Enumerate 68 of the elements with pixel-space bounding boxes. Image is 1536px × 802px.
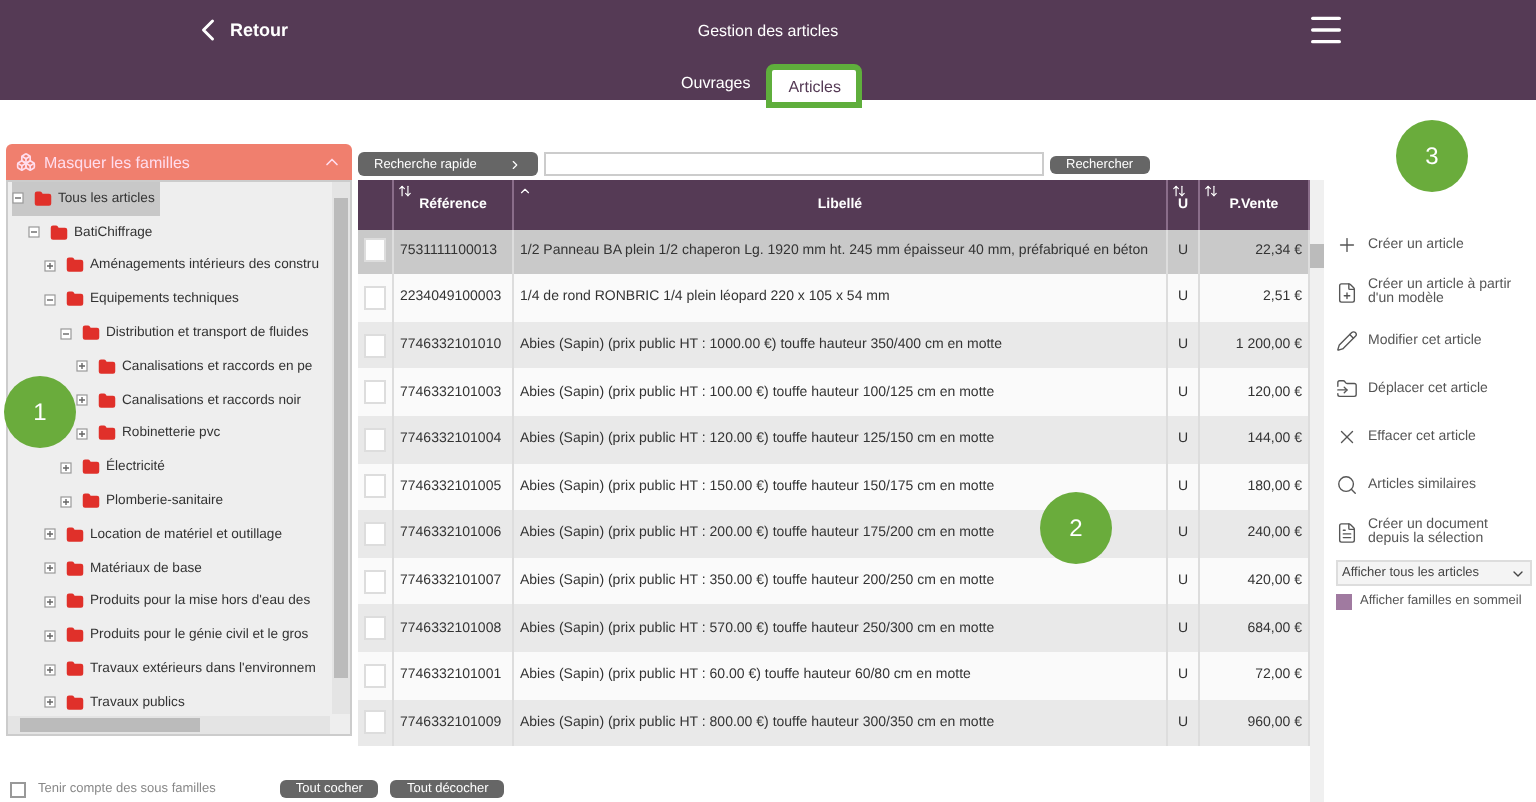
row-checkbox[interactable] (358, 274, 394, 322)
folder-icon (66, 525, 84, 544)
checkbox[interactable] (1336, 594, 1352, 610)
collapse-icon[interactable] (44, 293, 56, 306)
sort-icon (518, 184, 532, 198)
scrollbar[interactable] (8, 716, 330, 734)
folder-icon (50, 223, 68, 242)
folder-icon (98, 424, 116, 443)
row-checkbox[interactable] (358, 699, 394, 747)
sort-icon (398, 184, 412, 198)
expand-icon[interactable] (76, 394, 88, 407)
chevron-right-icon (508, 157, 522, 171)
folder-icon (98, 357, 116, 376)
close-icon (1336, 425, 1358, 447)
row-checkbox[interactable] (358, 604, 394, 652)
collapse-icon[interactable] (60, 327, 72, 340)
collapse-icon[interactable] (28, 226, 40, 239)
expand-icon[interactable] (76, 427, 88, 440)
folder-icon (34, 189, 52, 208)
scrollbar[interactable] (332, 182, 350, 714)
folder-icon (66, 626, 84, 645)
expand-icon[interactable] (44, 629, 56, 642)
folder-icon (98, 391, 116, 410)
expand-icon[interactable] (44, 696, 56, 709)
row-checkbox[interactable] (358, 321, 394, 369)
row-checkbox[interactable] (358, 510, 394, 558)
folder-icon (66, 256, 84, 275)
table-header (358, 180, 394, 230)
folder-icon (66, 559, 84, 578)
collapse-icon[interactable] (12, 192, 24, 205)
expand-icon[interactable] (44, 528, 56, 541)
families-icon (16, 152, 36, 172)
expand-icon[interactable] (60, 495, 72, 508)
file-plus-icon (1336, 281, 1358, 303)
page-title: Gestion des articles (695, 21, 841, 39)
step-marker: 3 (1396, 120, 1468, 192)
checkbox[interactable] (10, 781, 26, 797)
document-icon (1336, 521, 1358, 543)
folder-icon (66, 290, 84, 309)
expand-icon[interactable] (76, 360, 88, 373)
back-button[interactable]: Retour (190, 12, 288, 48)
row-checkbox[interactable] (358, 463, 394, 511)
scrollbar[interactable] (1310, 180, 1324, 802)
plus-icon (1336, 233, 1358, 255)
row-checkbox[interactable] (358, 557, 394, 605)
tab[interactable]: Articles (766, 64, 863, 108)
folder-icon (66, 592, 84, 611)
expand-icon[interactable] (44, 562, 56, 575)
sort-icon (1172, 184, 1186, 198)
tab[interactable]: Ouvrages (673, 64, 759, 100)
expand-icon[interactable] (60, 461, 72, 474)
row-checkbox[interactable] (358, 651, 394, 700)
row-checkbox[interactable] (358, 415, 394, 464)
folder-icon (66, 660, 84, 679)
row-checkbox[interactable] (358, 368, 394, 416)
folder-arrow-icon (1336, 377, 1358, 399)
search-field[interactable] (544, 152, 1044, 176)
folder-icon (82, 458, 100, 477)
expand-icon[interactable] (44, 259, 56, 272)
row-checkbox[interactable] (358, 227, 394, 275)
expand-icon[interactable] (44, 595, 56, 608)
sort-icon (1204, 184, 1218, 198)
folder-icon (66, 693, 84, 712)
folder-icon (82, 324, 100, 343)
pencil-icon (1336, 329, 1358, 351)
folder-icon (82, 492, 100, 511)
expand-icon[interactable] (44, 663, 56, 676)
search-icon (1336, 473, 1358, 495)
